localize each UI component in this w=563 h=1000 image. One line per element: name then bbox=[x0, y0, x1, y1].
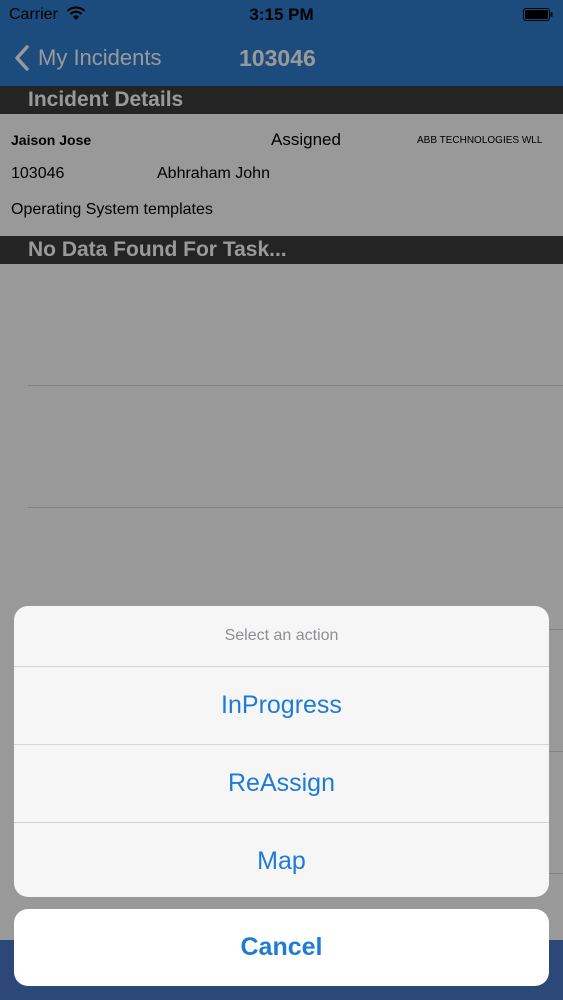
action-sheet-title: Select an action bbox=[14, 606, 549, 667]
inprogress-button[interactable]: InProgress bbox=[14, 667, 549, 745]
reassign-button[interactable]: ReAssign bbox=[14, 745, 549, 823]
map-button[interactable]: Map bbox=[14, 823, 549, 897]
action-sheet: Select an action InProgress ReAssign Map bbox=[14, 606, 549, 897]
cancel-button[interactable]: Cancel bbox=[14, 909, 549, 986]
